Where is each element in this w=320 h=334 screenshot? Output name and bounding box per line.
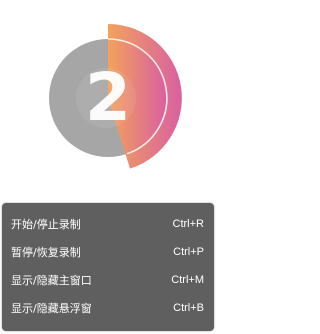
menu-item-pause-resume-recording[interactable]: 暂停/恢复录制 Ctrl+P — [2, 238, 214, 266]
menu-item-label: 显示/隐藏主窗口 — [11, 274, 92, 287]
menu-item-shortcut: Ctrl+M — [171, 274, 204, 286]
countdown-number: 2 — [85, 59, 131, 136]
menu-item-toggle-main-window[interactable]: 显示/隐藏主窗口 Ctrl+M — [2, 266, 214, 294]
menu-item-shortcut: Ctrl+B — [173, 302, 204, 314]
menu-item-toggle-floating-window[interactable]: 显示/隐藏悬浮窗 Ctrl+B — [2, 294, 214, 322]
menu-item-label: 暂停/恢复录制 — [11, 246, 81, 259]
menu-item-label: 显示/隐藏悬浮窗 — [11, 302, 92, 315]
menu-item-shortcut: Ctrl+P — [173, 246, 204, 258]
menu-item-start-stop-recording[interactable]: 开始/停止录制 Ctrl+R — [2, 210, 214, 238]
menu-item-shortcut: Ctrl+R — [172, 218, 204, 230]
countdown-badge[interactable]: 2 — [0, 0, 217, 190]
context-menu: 开始/停止录制 Ctrl+R 暂停/恢复录制 Ctrl+P 显示/隐藏主窗口 C… — [2, 203, 214, 331]
menu-item-label: 开始/停止录制 — [11, 218, 81, 231]
floating-recorder-window: 2 开始/停止录制 Ctrl+R 暂停/恢复录制 Ctrl+P 显示/隐藏主窗口… — [0, 0, 217, 334]
